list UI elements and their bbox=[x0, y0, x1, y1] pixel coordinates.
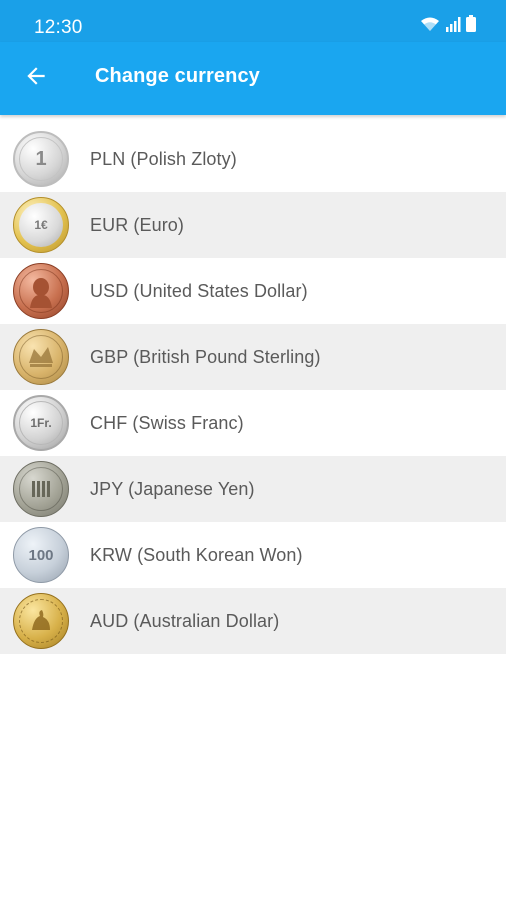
currency-label: GBP (British Pound Sterling) bbox=[90, 346, 321, 367]
status-time: 12:30 bbox=[34, 17, 83, 38]
page-title: Change currency bbox=[95, 65, 260, 87]
wifi-icon bbox=[420, 16, 440, 37]
currency-row-jpy[interactable]: JPY (Japanese Yen) bbox=[0, 456, 506, 522]
currency-row-pln[interactable]: 1 PLN (Polish Zloty) bbox=[0, 126, 506, 192]
currency-label: JPY (Japanese Yen) bbox=[90, 478, 255, 499]
currency-label: USD (United States Dollar) bbox=[90, 280, 308, 301]
chf-coin-icon: 1Fr. bbox=[13, 395, 69, 451]
currency-label: CHF (Swiss Franc) bbox=[90, 412, 244, 433]
currency-row-chf[interactable]: 1Fr. CHF (Swiss Franc) bbox=[0, 390, 506, 456]
back-button[interactable] bbox=[14, 56, 58, 100]
status-bar: 12:30 bbox=[0, 0, 506, 42]
aud-coin-icon bbox=[13, 593, 69, 649]
arrow-left-icon bbox=[23, 63, 49, 94]
currency-label: KRW (South Korean Won) bbox=[90, 544, 303, 565]
pln-coin-icon: 1 bbox=[13, 131, 69, 187]
usd-coin-icon bbox=[13, 263, 69, 319]
jpy-coin-icon bbox=[13, 461, 69, 517]
eur-coin-icon: 1€ bbox=[13, 197, 69, 253]
battery-icon bbox=[466, 15, 476, 37]
currency-row-eur[interactable]: 1€ EUR (Euro) bbox=[0, 192, 506, 258]
currency-row-aud[interactable]: AUD (Australian Dollar) bbox=[0, 588, 506, 654]
currency-row-krw[interactable]: 100 KRW (South Korean Won) bbox=[0, 522, 506, 588]
app-bar: Change currency bbox=[0, 42, 506, 115]
currency-label: PLN (Polish Zloty) bbox=[90, 148, 237, 169]
currency-list: 1 PLN (Polish Zloty) 1€ EUR (Euro) USD (… bbox=[0, 126, 506, 654]
gbp-coin-icon bbox=[13, 329, 69, 385]
status-icons bbox=[420, 15, 476, 37]
currency-row-usd[interactable]: USD (United States Dollar) bbox=[0, 258, 506, 324]
signal-icon bbox=[445, 16, 461, 37]
currency-label: EUR (Euro) bbox=[90, 214, 185, 235]
currency-label: AUD (Australian Dollar) bbox=[90, 610, 280, 631]
currency-row-gbp[interactable]: GBP (British Pound Sterling) bbox=[0, 324, 506, 390]
krw-coin-icon: 100 bbox=[13, 527, 69, 583]
